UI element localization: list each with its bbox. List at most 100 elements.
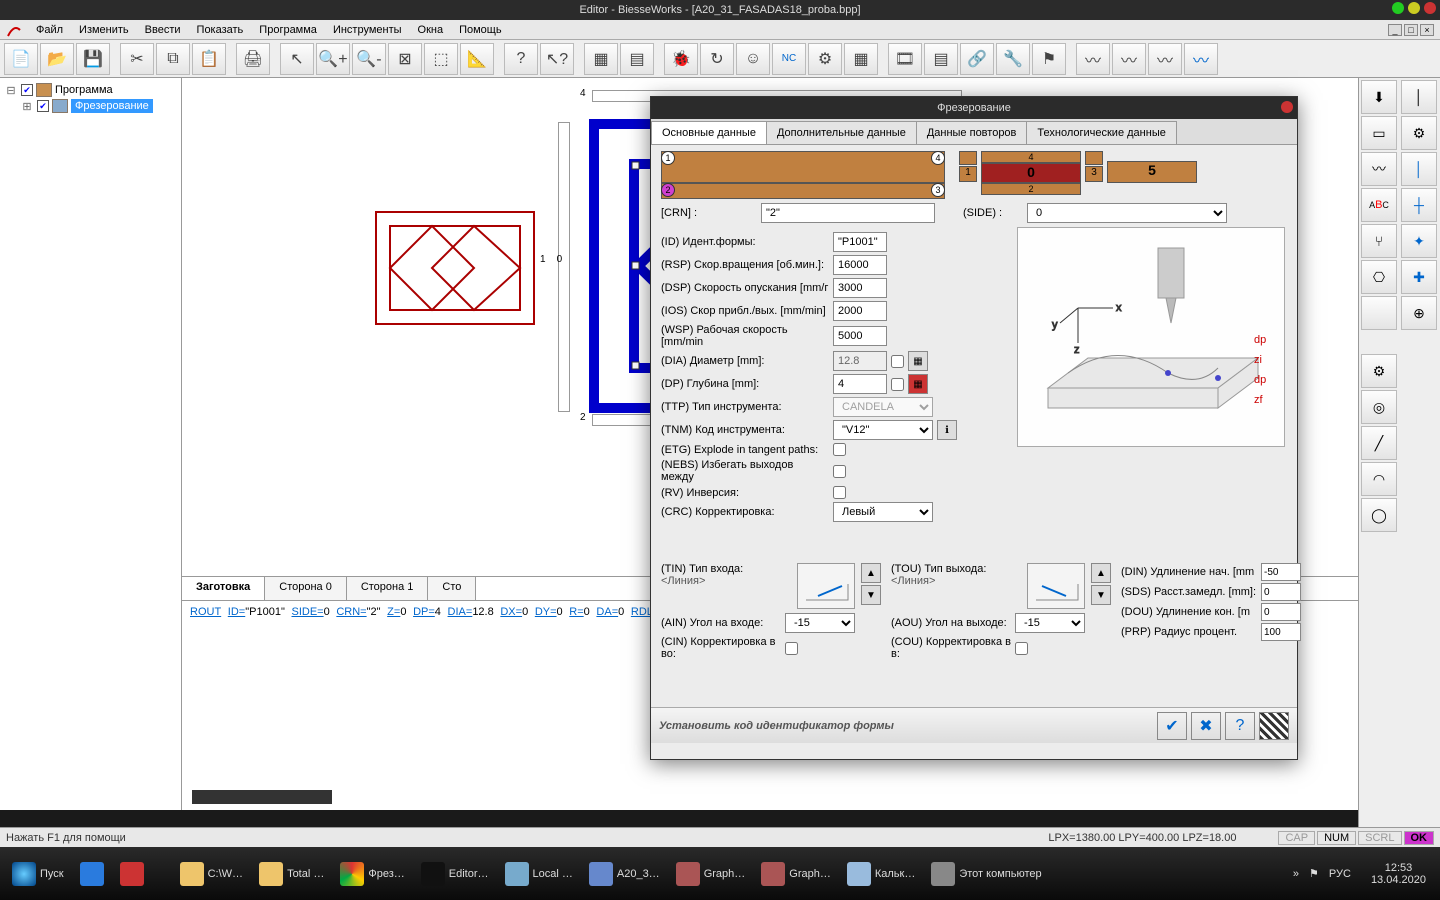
help-button[interactable]: ? <box>504 43 538 75</box>
rtool-v7-icon[interactable]: ⊕ <box>1401 296 1437 330</box>
rtool-abc-icon[interactable]: ABC <box>1361 188 1397 222</box>
din-input[interactable] <box>1261 563 1301 581</box>
tab-additional[interactable]: Дополнительные данные <box>766 121 917 144</box>
debug-button[interactable]: 🐞 <box>664 43 698 75</box>
wrench-button[interactable]: 🔧 <box>996 43 1030 75</box>
menu-edit[interactable]: Изменить <box>71 22 137 38</box>
menu-help[interactable]: Помощь <box>451 22 510 38</box>
rtool-gear-icon[interactable]: ⚙ <box>1361 354 1397 388</box>
rv-check[interactable] <box>833 486 846 499</box>
rtool-v5-icon[interactable]: ✦ <box>1401 224 1437 258</box>
menu-tools[interactable]: Инструменты <box>325 22 410 38</box>
taskbar-ie[interactable] <box>72 854 112 894</box>
crn-input[interactable] <box>761 203 935 223</box>
nc-button[interactable]: NC <box>772 43 806 75</box>
program-tree[interactable]: ⊟✔ Программа ⊞✔ Фрезерование <box>0 78 182 810</box>
maximize-icon[interactable] <box>1408 2 1420 14</box>
rtool-target-icon[interactable]: ◎ <box>1361 390 1397 424</box>
rtool-mill-icon[interactable]: ▭ <box>1361 116 1397 150</box>
rtool-curve-icon[interactable]: 〰 <box>1361 152 1397 186</box>
rtool-v2-icon[interactable]: ⚙ <box>1401 116 1437 150</box>
tool1-button[interactable]: ▦ <box>584 43 618 75</box>
corner-selector[interactable]: 1 4 <box>661 151 945 183</box>
ios-input[interactable] <box>833 301 887 321</box>
scrollbar-h[interactable] <box>192 790 332 804</box>
help-dialog-button[interactable]: ? <box>1225 712 1255 740</box>
rsp-input[interactable] <box>833 255 887 275</box>
rtool-hex-icon[interactable]: ⎔ <box>1361 260 1397 294</box>
zoom-in-button[interactable]: 🔍+ <box>316 43 350 75</box>
task-editor[interactable]: Editor… <box>413 854 497 894</box>
measure-button[interactable]: 📐 <box>460 43 494 75</box>
tab-side1[interactable]: Сторона 1 <box>347 577 429 600</box>
tree-item-milling[interactable]: ⊞✔ Фрезерование <box>4 98 177 114</box>
dialog-close-icon[interactable] <box>1281 101 1293 113</box>
film-button[interactable]: 🎞 <box>888 43 922 75</box>
ok-button[interactable]: ✔ <box>1157 712 1187 740</box>
id-input[interactable] <box>833 232 887 252</box>
rtool-v6-icon[interactable]: ✚ <box>1401 260 1437 294</box>
calc-button[interactable]: ▤ <box>924 43 958 75</box>
mdi-max-icon[interactable]: □ <box>1404 24 1418 36</box>
tray-lang[interactable]: РУС <box>1329 868 1351 880</box>
zoom-fit-button[interactable]: ⬚ <box>424 43 458 75</box>
rtool-v1-icon[interactable]: │ <box>1401 80 1437 114</box>
cou-check[interactable] <box>1015 642 1028 655</box>
link-button[interactable]: 🔗 <box>960 43 994 75</box>
tou-up-button[interactable]: ▲ <box>1091 563 1111 583</box>
sds-input[interactable] <box>1261 583 1301 601</box>
mdi-min-icon[interactable]: _ <box>1388 24 1402 36</box>
curve4-button[interactable]: 〰 <box>1184 43 1218 75</box>
curve3-button[interactable]: 〰 <box>1148 43 1182 75</box>
grid-button[interactable]: ▦ <box>844 43 878 75</box>
task-local[interactable]: Local … <box>497 854 581 894</box>
hatch-button[interactable] <box>1259 712 1289 740</box>
cut-button[interactable]: ✂ <box>120 43 154 75</box>
tab-repeats[interactable]: Данные повторов <box>916 121 1028 144</box>
wsp-input[interactable] <box>833 326 887 346</box>
zoom-out-button[interactable]: 🔍- <box>352 43 386 75</box>
reload-button[interactable]: ↻ <box>700 43 734 75</box>
new-button[interactable]: 📄 <box>4 43 38 75</box>
dp-btn[interactable]: ▦ <box>908 374 928 394</box>
rtool-drill-icon[interactable]: ⬇ <box>1361 80 1397 114</box>
menu-file[interactable]: Файл <box>28 22 71 38</box>
prp-input[interactable] <box>1261 623 1301 641</box>
tnm-info-btn[interactable]: ℹ <box>937 420 957 440</box>
rtool-v3-icon[interactable]: │ <box>1401 152 1437 186</box>
tab-side-more[interactable]: Сто <box>428 577 476 600</box>
tab-technology[interactable]: Технологические данные <box>1026 121 1176 144</box>
etg-check[interactable] <box>833 443 846 456</box>
task-cw[interactable]: C:\W… <box>172 854 251 894</box>
task-graph2[interactable]: Graph… <box>753 854 839 894</box>
zoom-window-button[interactable]: ⊠ <box>388 43 422 75</box>
tray-clock[interactable]: 12:53 13.04.2020 <box>1361 862 1436 886</box>
menu-program[interactable]: Программа <box>251 22 325 38</box>
cancel-button[interactable]: ✖ <box>1191 712 1221 740</box>
dia-check[interactable] <box>891 355 904 368</box>
face-button[interactable]: ☺ <box>736 43 770 75</box>
corner-selector-bottom[interactable]: 2 3 <box>661 183 945 199</box>
flag-button[interactable]: ⚑ <box>1032 43 1066 75</box>
rtool-line-icon[interactable]: ╱ <box>1361 426 1397 460</box>
side-5-box[interactable]: 5 <box>1107 161 1197 183</box>
tray-flag-icon[interactable]: ⚑ <box>1309 867 1319 880</box>
tin-down-button[interactable]: ▼ <box>861 585 881 605</box>
close-icon[interactable] <box>1424 2 1436 14</box>
nebs-check[interactable] <box>833 465 846 478</box>
dsp-input[interactable] <box>833 278 887 298</box>
tray-chevron-icon[interactable]: » <box>1293 868 1299 880</box>
paste-button[interactable]: 📋 <box>192 43 226 75</box>
save-button[interactable]: 💾 <box>76 43 110 75</box>
tool2-button[interactable]: ▤ <box>620 43 654 75</box>
open-button[interactable]: 📂 <box>40 43 74 75</box>
taskbar-app[interactable] <box>112 854 152 894</box>
menu-windows[interactable]: Окна <box>410 22 452 38</box>
tab-side0[interactable]: Сторона 0 <box>265 577 347 600</box>
dialog-titlebar[interactable]: Фрезерование <box>651 97 1297 119</box>
minimize-icon[interactable] <box>1392 2 1404 14</box>
rtool-circle-icon[interactable]: ◯ <box>1361 498 1397 532</box>
tnm-select[interactable]: "V12" <box>833 420 933 440</box>
cin-check[interactable] <box>785 642 798 655</box>
tou-down-button[interactable]: ▼ <box>1091 585 1111 605</box>
